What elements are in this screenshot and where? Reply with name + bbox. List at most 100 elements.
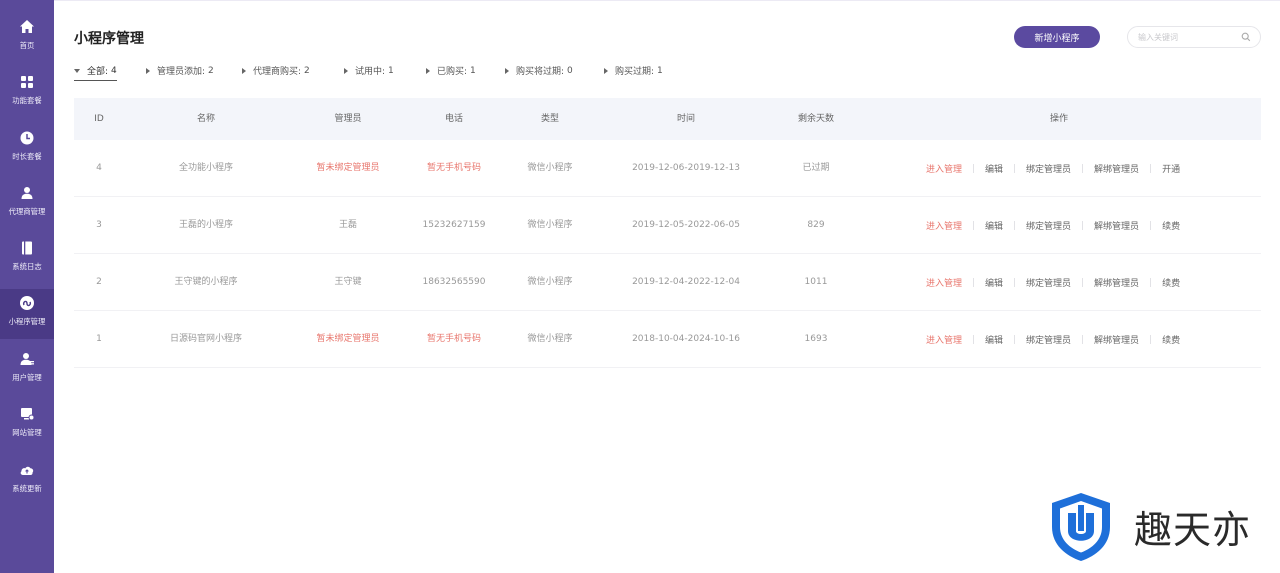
filter-purchased[interactable]: 已购买: 1	[426, 64, 476, 77]
home-icon	[20, 20, 34, 33]
action-divider	[1150, 278, 1152, 287]
unbind-admin-link[interactable]: 解绑管理员	[1094, 333, 1139, 346]
sidebar-item-packages[interactable]: 功能套餐	[0, 68, 54, 118]
filter-agent-purchased[interactable]: 代理商购买: 2	[242, 64, 310, 77]
table-row: 4 全功能小程序 暂未绑定管理员 暂无手机号码 微信小程序 2019-12-06-2019…	[74, 140, 1261, 197]
sidebar-item-miniprogram[interactable]: 小程序管理	[0, 289, 54, 339]
sidebar-item-label: 网站管理	[12, 428, 42, 437]
action-divider	[1150, 221, 1152, 230]
renew-activate-link[interactable]: 续费	[1162, 333, 1180, 346]
agent-icon	[21, 187, 33, 199]
watermark: 趣天亦	[1030, 480, 1280, 573]
cell-id: 1	[96, 334, 102, 344]
enter-manage-link[interactable]: 进入管理	[926, 162, 962, 175]
table-row: 1 日源码官网小程序 暂未绑定管理员 暂无手机号码 微信小程序 2018-10-04-20…	[74, 311, 1261, 368]
cell-type: 微信小程序	[527, 334, 573, 344]
cell-phone: 暂无手机号码	[426, 163, 481, 173]
enter-manage-link[interactable]: 进入管理	[926, 276, 962, 289]
sidebar-item-home[interactable]: 首页	[0, 13, 54, 63]
sidebar-item-label: 功能套餐	[12, 96, 42, 105]
enter-manage-link[interactable]: 进入管理	[926, 333, 962, 346]
filter-label: 管理员添加:	[157, 67, 206, 77]
cell-id: 4	[96, 163, 102, 173]
edit-link[interactable]: 编辑	[985, 333, 1003, 346]
watermark-text: 趣天亦	[1134, 508, 1252, 552]
row-actions: 进入管理 编辑 绑定管理员 解绑管理员 续费	[926, 254, 1180, 311]
row-actions: 进入管理 编辑 绑定管理员 解绑管理员 开通	[926, 140, 1180, 197]
website-icon	[21, 408, 35, 421]
enter-manage-link[interactable]: 进入管理	[926, 219, 962, 232]
cell-name: 王磊的小程序	[178, 220, 233, 230]
filter-expiring[interactable]: 购买将过期: 0	[505, 64, 573, 77]
cell-name: 全功能小程序	[178, 163, 233, 173]
column-header-admin: 管理员	[334, 114, 362, 124]
sidebar-item-users[interactable]: 用户管理	[0, 345, 54, 395]
add-miniprogram-button[interactable]: 新增小程序	[1014, 26, 1100, 48]
column-header-type: 类型	[540, 114, 559, 124]
column-header-phone: 电话	[444, 114, 463, 124]
sidebar-item-label: 时长套餐	[12, 152, 42, 161]
unbind-admin-link[interactable]: 解绑管理员	[1094, 219, 1139, 232]
unbind-admin-link[interactable]: 解绑管理员	[1094, 162, 1139, 175]
edit-link[interactable]: 编辑	[985, 219, 1003, 232]
cell-time: 2019-12-06-2019-12-13	[632, 163, 740, 173]
filter-admin-added[interactable]: 管理员添加: 2	[146, 64, 214, 77]
bind-admin-link[interactable]: 绑定管理员	[1026, 276, 1071, 289]
bind-admin-link[interactable]: 绑定管理员	[1026, 333, 1071, 346]
sidebar-item-logs[interactable]: 系统日志	[0, 234, 54, 284]
cell-type: 微信小程序	[527, 220, 573, 230]
cell-id: 3	[96, 220, 102, 230]
filter-trial[interactable]: 试用中: 1	[344, 64, 394, 77]
edit-link[interactable]: 编辑	[985, 162, 1003, 175]
sidebar-item-label: 用户管理	[12, 373, 42, 382]
filter-expired[interactable]: 购买过期: 1	[604, 64, 663, 77]
cell-time: 2018-10-04-2024-10-16	[632, 334, 740, 344]
action-divider	[1082, 278, 1084, 287]
search-icon[interactable]	[1241, 32, 1251, 42]
action-divider	[1014, 221, 1016, 230]
miniprogram-table: ID 名称 管理员 电话 类型 时间 剩余天数 操作 4 全功能小程序暂未绑定管理…	[74, 98, 1261, 368]
renew-activate-link[interactable]: 续费	[1162, 219, 1180, 232]
unbind-admin-link[interactable]: 解绑管理员	[1094, 276, 1139, 289]
filter-all[interactable]: 全部: 4	[74, 64, 117, 81]
sidebar-item-update[interactable]: 系统更新	[0, 456, 54, 506]
cell-phone: 18632565590	[422, 277, 486, 287]
filter-label: 已购买:	[437, 67, 468, 77]
sidebar-item-duration[interactable]: 时长套餐	[0, 124, 54, 174]
cell-name: 日源码官网小程序	[169, 334, 242, 344]
cell-days: 1011	[804, 277, 828, 287]
action-divider	[973, 278, 975, 287]
action-divider	[1082, 335, 1084, 344]
row-actions: 进入管理 编辑 绑定管理员 解绑管理员 续费	[926, 311, 1180, 368]
filter-count: 1	[470, 65, 476, 76]
renew-activate-link[interactable]: 开通	[1162, 162, 1180, 175]
filter-label: 购买过期:	[615, 67, 655, 77]
bind-admin-link[interactable]: 绑定管理员	[1026, 162, 1071, 175]
sidebar-item-agents[interactable]: 代理商管理	[0, 179, 54, 229]
column-header-actions: 操作	[1049, 114, 1068, 124]
action-divider	[1014, 164, 1016, 173]
search-input[interactable]	[1138, 30, 1238, 45]
cell-admin: 暂未绑定管理员	[316, 334, 380, 344]
caret-right-icon	[426, 67, 430, 74]
column-header-id: ID	[94, 114, 104, 124]
app: 首页 功能套餐 时长套餐 代理商管理 系统日志 小程序管理 用户管理 网站管理	[0, 0, 1280, 573]
filter-count: 1	[657, 65, 663, 76]
bind-admin-link[interactable]: 绑定管理员	[1026, 219, 1071, 232]
action-divider	[1082, 221, 1084, 230]
table-header: ID 名称 管理员 电话 类型 时间 剩余天数 操作	[74, 98, 1261, 140]
action-divider	[1150, 164, 1152, 173]
action-divider	[1082, 164, 1084, 173]
sidebar-item-label: 系统更新	[12, 484, 42, 493]
miniprogram-icon	[20, 296, 34, 310]
page-title: 小程序管理	[74, 31, 144, 47]
cell-days: 829	[807, 220, 825, 230]
cell-time: 2019-12-04-2022-12-04	[632, 277, 740, 287]
column-header-name: 名称	[196, 114, 215, 124]
sidebar-item-website[interactable]: 网站管理	[0, 400, 54, 450]
row-actions: 进入管理 编辑 绑定管理员 解绑管理员 续费	[926, 197, 1180, 254]
renew-activate-link[interactable]: 续费	[1162, 276, 1180, 289]
filter-count: 4	[111, 65, 117, 76]
cell-admin: 王守键	[334, 277, 362, 287]
edit-link[interactable]: 编辑	[985, 276, 1003, 289]
